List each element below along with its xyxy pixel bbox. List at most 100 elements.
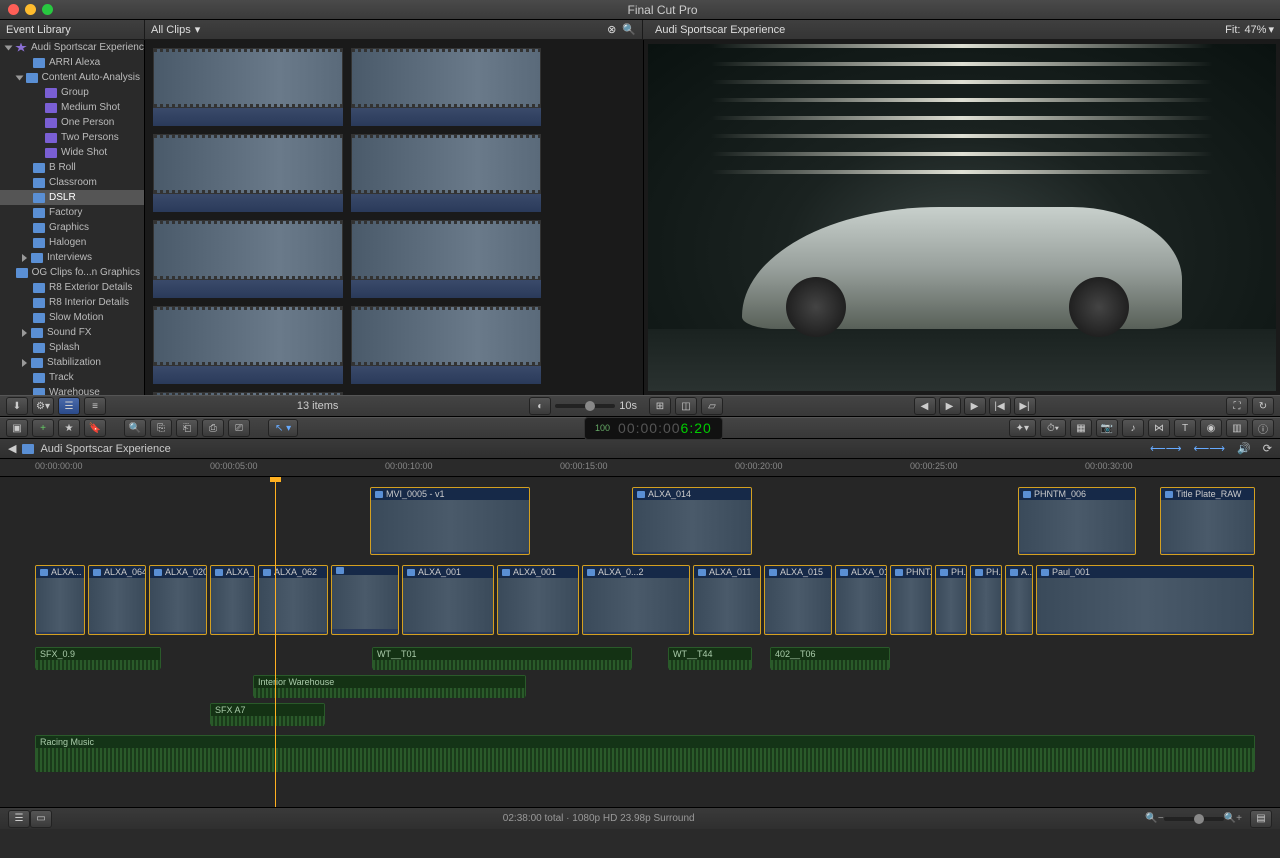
prev-edit-button[interactable]: ◀	[914, 397, 936, 415]
library-toggle-button[interactable]: ▣	[6, 419, 28, 437]
browser-clip[interactable]	[153, 220, 343, 298]
titles-button[interactable]: T	[1174, 419, 1196, 437]
video-clip[interactable]: ALXA_073	[210, 565, 255, 635]
sidebar-item[interactable]: Classroom	[0, 175, 144, 190]
zoom-out-icon[interactable]: 🔍−	[1145, 813, 1163, 824]
minimize-icon[interactable]	[25, 4, 36, 15]
viewer-canvas[interactable]	[648, 44, 1276, 391]
timecode-display[interactable]: 100 00:00:006:20	[584, 417, 723, 440]
gear-icon[interactable]: ⚙▾	[32, 397, 54, 415]
video-clip[interactable]: PH...	[970, 565, 1002, 635]
timeline[interactable]: MVI_0005 - v1ALXA_014PHNTM_006Title Plat…	[0, 477, 1280, 807]
fit-value[interactable]: 47%	[1244, 24, 1266, 36]
sidebar-item[interactable]: Slow Motion	[0, 310, 144, 325]
video-clip[interactable]: ALXA_011	[693, 565, 761, 635]
list-view-button[interactable]: ≡	[84, 397, 106, 415]
favorite-button[interactable]: +	[32, 419, 54, 437]
sidebar-item[interactable]: Wide Shot	[0, 145, 144, 160]
timeline-ruler[interactable]: 00:00:00:0000:00:05:0000:00:10:0000:00:1…	[0, 459, 1280, 477]
sidebar-item[interactable]: Interviews	[0, 250, 144, 265]
video-clip[interactable]: ALXA_013	[835, 565, 887, 635]
video-clip[interactable]: ALXA_015	[764, 565, 832, 635]
sidebar-item[interactable]: Two Persons	[0, 130, 144, 145]
video-clip[interactable]: ALXA_0...2	[582, 565, 690, 635]
connect-button[interactable]: ⎘	[150, 419, 172, 437]
transitions-button[interactable]: ⋈	[1148, 419, 1170, 437]
crop-button[interactable]: ◫	[675, 397, 697, 415]
audio-clip[interactable]: SFX_0.9	[35, 647, 161, 669]
sidebar-item[interactable]: ARRI Alexa	[0, 55, 144, 70]
video-clip[interactable]: ALXA_020	[149, 565, 207, 635]
playhead[interactable]	[275, 477, 276, 807]
video-clip[interactable]: PH...	[935, 565, 967, 635]
browser-clip[interactable]	[153, 306, 343, 384]
video-clip[interactable]: Paul_001	[1036, 565, 1254, 635]
close-icon[interactable]	[8, 4, 19, 15]
sidebar-item[interactable]: Medium Shot	[0, 100, 144, 115]
sidebar-item[interactable]: Group	[0, 85, 144, 100]
solo-icon[interactable]: ⟳	[1263, 442, 1272, 455]
transform-button[interactable]: ⊞	[649, 397, 671, 415]
event-library-sidebar[interactable]: Audi Sportscar ExperienceARRI AlexaConte…	[0, 40, 145, 395]
audio-clip[interactable]: 402__T06	[770, 647, 890, 669]
sidebar-item[interactable]: Factory	[0, 205, 144, 220]
sidebar-item[interactable]: Sound FX	[0, 325, 144, 340]
zoom-icon[interactable]	[42, 4, 53, 15]
audio-clip[interactable]: SFX A7	[210, 703, 325, 725]
video-clip[interactable]: ALXA_062	[258, 565, 328, 635]
sidebar-item[interactable]: Warehouse	[0, 385, 144, 395]
music-browser-button[interactable]: ♪	[1122, 419, 1144, 437]
photos-browser-button[interactable]: 📷	[1096, 419, 1118, 437]
back-icon[interactable]: ◀	[8, 442, 16, 455]
search-tool-icon[interactable]: 🔍	[124, 419, 146, 437]
video-clip[interactable]: ALXA_001	[497, 565, 579, 635]
sidebar-item[interactable]: R8 Interior Details	[0, 295, 144, 310]
generators-button[interactable]: ◉	[1200, 419, 1222, 437]
sidebar-item[interactable]: Audi Sportscar Experience	[0, 40, 144, 55]
distort-button[interactable]: ▱	[701, 397, 723, 415]
snapping-icon[interactable]: ⟵⟶	[1150, 442, 1182, 455]
clip-appearance-footer[interactable]: ▭	[30, 810, 52, 828]
sidebar-item[interactable]: DSLR	[0, 190, 144, 205]
audio-clip[interactable]: Interior Warehouse	[253, 675, 526, 697]
video-clip[interactable]: ALXA_014	[632, 487, 752, 555]
inspector-button[interactable]: ⓘ	[1252, 419, 1274, 437]
video-clip[interactable]: Title Plate_RAW	[1160, 487, 1255, 555]
browser-clip[interactable]	[153, 392, 343, 395]
sidebar-item[interactable]: Track	[0, 370, 144, 385]
themes-button[interactable]: ▥	[1226, 419, 1248, 437]
timeline-appearance-button[interactable]: ▤	[1250, 810, 1272, 828]
fullscreen-button[interactable]: ⛶	[1226, 397, 1248, 415]
skimming-icon[interactable]: ⟵⟶	[1194, 442, 1226, 455]
retime-button[interactable]: ⏱▾	[1040, 419, 1066, 437]
video-clip[interactable]: MVI_0005 - v1	[370, 487, 530, 555]
video-clip[interactable]	[331, 565, 399, 635]
browser-clip[interactable]	[153, 48, 343, 126]
audio-clip[interactable]: WT__T01	[372, 647, 632, 669]
timeline-index-button[interactable]: ☰	[8, 810, 30, 828]
video-clip[interactable]: PHNT...	[890, 565, 932, 635]
keyword-button[interactable]: 🔖	[84, 419, 106, 437]
insert-button[interactable]: ⎗	[176, 419, 198, 437]
sidebar-item[interactable]: Stabilization	[0, 355, 144, 370]
sidebar-item[interactable]: R8 Exterior Details	[0, 280, 144, 295]
sidebar-item[interactable]: Splash	[0, 340, 144, 355]
sidebar-item[interactable]: One Person	[0, 115, 144, 130]
browser-clip[interactable]	[351, 220, 541, 298]
reject-button[interactable]: ★	[58, 419, 80, 437]
hide-rejected-icon[interactable]: ⊗	[607, 23, 616, 36]
browser-clip[interactable]	[351, 306, 541, 384]
effects-browser-button[interactable]: ▦	[1070, 419, 1092, 437]
audio-clip[interactable]: Racing Music	[35, 735, 1255, 771]
browser-clip[interactable]	[351, 134, 541, 212]
play-button[interactable]: ▶	[964, 397, 986, 415]
audio-clip[interactable]: WT__T44	[668, 647, 752, 669]
loop-button[interactable]: ↻	[1252, 397, 1274, 415]
overwrite-button[interactable]: ⎚	[228, 419, 250, 437]
browser-filter[interactable]: All Clips ▾ ⊗ 🔍	[145, 20, 643, 39]
append-button[interactable]: ⎙	[202, 419, 224, 437]
sidebar-item[interactable]: Content Auto-Analysis	[0, 70, 144, 85]
play-reverse-button[interactable]: ▶	[939, 397, 961, 415]
video-clip[interactable]: ALXA_064	[88, 565, 146, 635]
sidebar-item[interactable]: Halogen	[0, 235, 144, 250]
